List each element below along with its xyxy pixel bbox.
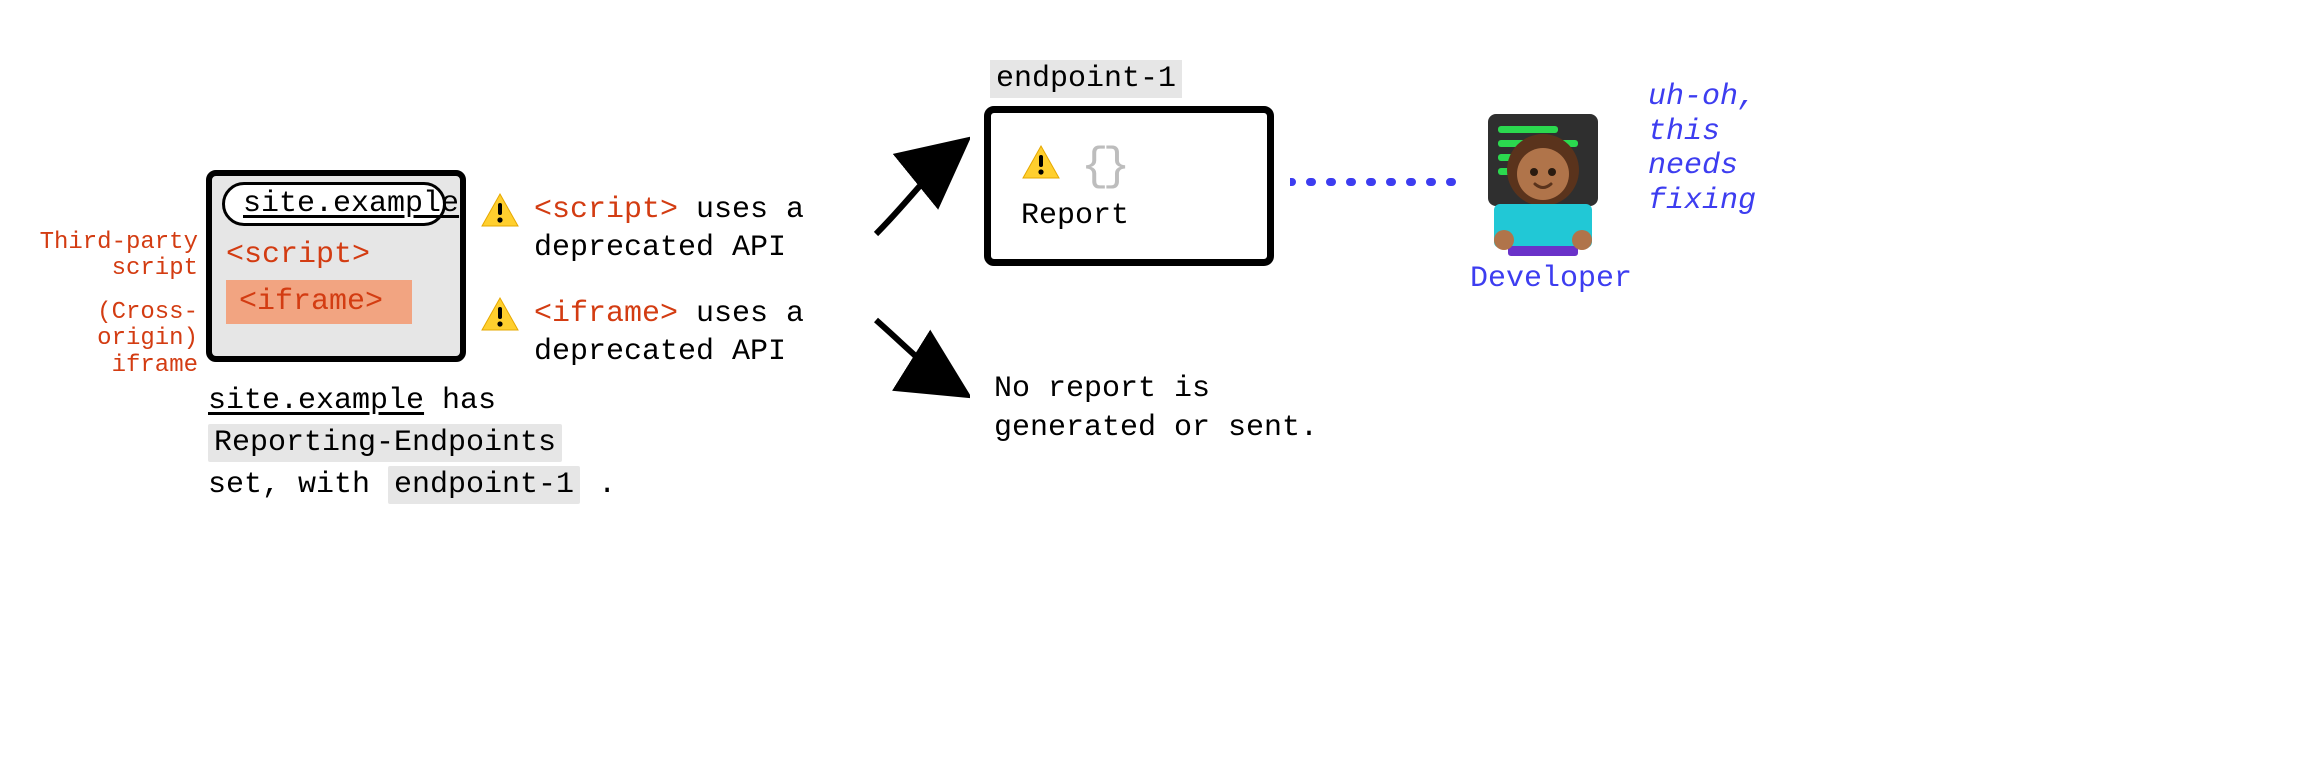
dotted-connector xyxy=(1290,172,1460,192)
site-url: site.example xyxy=(243,187,459,221)
caption-l3-prefix: set, with xyxy=(208,468,388,502)
caption-line-1: site.example has xyxy=(208,380,628,422)
annotation-iframe: (Cross-origin) iframe xyxy=(22,300,198,379)
caption-l1-suffix: has xyxy=(424,384,496,418)
message-iframe: <iframe> uses a deprecated API xyxy=(480,296,894,371)
developer-label: Developer xyxy=(1470,262,1632,296)
message-iframe-tag: <iframe> xyxy=(534,297,678,331)
endpoint-label: endpoint-1 xyxy=(990,60,1182,98)
message-script-text: <script> uses a deprecated API xyxy=(534,192,894,267)
report-label: Report xyxy=(1021,199,1237,233)
warning-icon xyxy=(480,296,520,345)
caption-site: site.example xyxy=(208,384,424,418)
endpoint-card-header: {} xyxy=(1021,141,1237,193)
browser-window: site.example <script> <iframe> xyxy=(206,170,466,362)
caption-header-name: Reporting-Endpoints xyxy=(208,424,562,462)
arrow-down-icon xyxy=(870,310,970,410)
warning-icon xyxy=(480,192,520,241)
warning-icon xyxy=(1021,144,1061,190)
iframe-tag-box: <iframe> xyxy=(226,280,412,324)
caption-endpoint: endpoint-1 xyxy=(388,466,580,504)
caption-l3-suffix: . xyxy=(580,468,616,502)
annotation-script: Third-party script xyxy=(38,230,198,283)
developer-avatar xyxy=(1468,100,1618,270)
address-bar: site.example xyxy=(222,182,446,226)
braces-icon: {} xyxy=(1081,141,1124,193)
script-row: <script> xyxy=(212,234,460,276)
message-script-tag: <script> xyxy=(534,193,678,227)
iframe-row: <iframe> xyxy=(212,276,460,328)
developer-quote: uh-oh, this needs fixing xyxy=(1648,80,1756,218)
arrow-up-icon xyxy=(870,130,970,250)
no-report-text: No report is generated or sent. xyxy=(994,370,1318,448)
message-iframe-text: <iframe> uses a deprecated API xyxy=(534,296,894,371)
message-script: <script> uses a deprecated API xyxy=(480,192,894,267)
endpoint-card: {} Report xyxy=(984,106,1274,266)
caption-line-2: Reporting-Endpoints xyxy=(208,422,628,464)
caption-line-3: set, with endpoint-1 . xyxy=(208,464,628,506)
window-caption: site.example has Reporting-Endpoints set… xyxy=(208,380,628,506)
